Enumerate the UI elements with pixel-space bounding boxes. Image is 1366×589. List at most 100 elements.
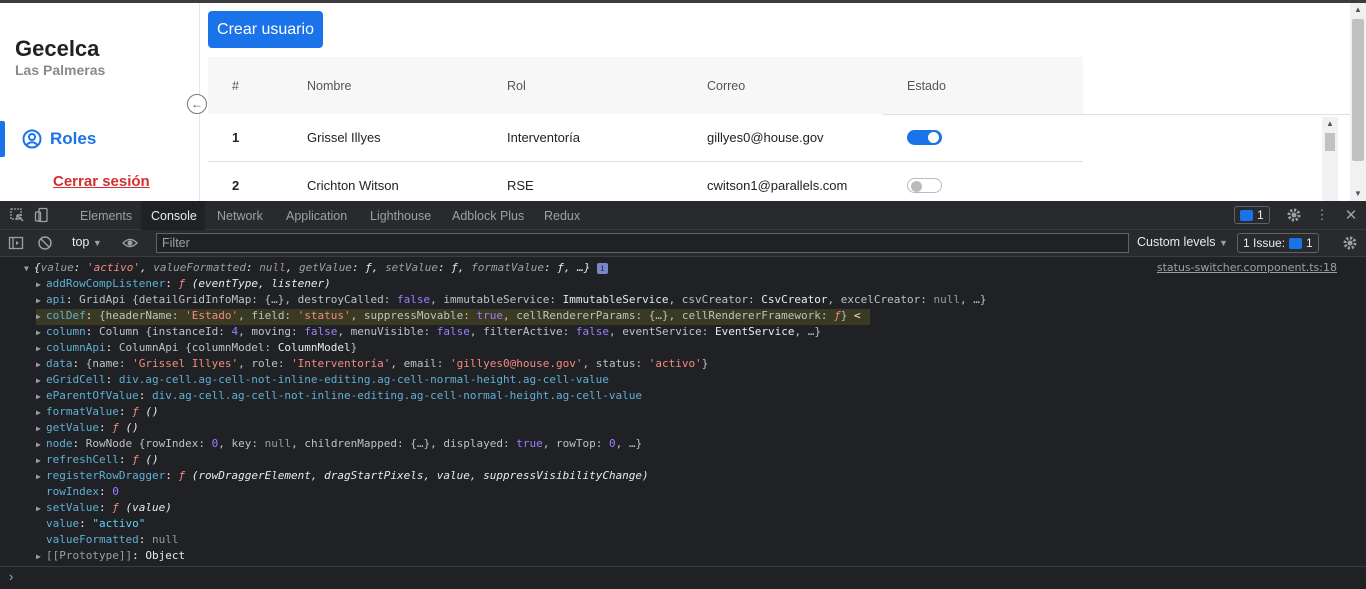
log-property[interactable]: ▶ getValue: ƒ ()	[36, 421, 139, 437]
logout-link[interactable]: Cerrar sesión	[53, 173, 150, 190]
brand-name: Gecelca	[15, 36, 100, 61]
page-scrollbar[interactable]: ▲ ▼	[1350, 3, 1366, 201]
row-email: cwitson1@parallels.com	[707, 178, 848, 193]
column-header-status[interactable]: Estado	[907, 57, 946, 114]
log-property[interactable]: ▶ registerRowDragger: ƒ (rowDraggerElemen…	[36, 469, 649, 485]
sidebar-item-label: Roles	[50, 129, 97, 148]
main-content: Crear usuario # Nombre Rol Correo Estado…	[200, 3, 1350, 201]
log-property[interactable]: ▶ [[Prototype]]: Object	[36, 549, 185, 565]
log-property[interactable]: ▶ data: {name: 'Grissel Illyes', role: 'I…	[36, 357, 708, 373]
chevron-down-icon: ▼	[1218, 238, 1228, 248]
arrow-left-icon: ←	[191, 97, 203, 111]
tab-redux[interactable]: Redux	[534, 201, 590, 230]
tab-application[interactable]: Application	[276, 201, 357, 230]
log-property[interactable]: ▶ column: Column {instanceId: 4, moving: …	[36, 325, 821, 341]
sidebar-item-roles[interactable]: Roles	[0, 121, 199, 157]
brand-subtitle: Las Palmeras	[15, 62, 106, 78]
inspect-icon[interactable]	[9, 207, 25, 223]
log-property[interactable]: ▶ node: RowNode {rowIndex: 0, key: null, …	[36, 437, 642, 453]
gear-icon[interactable]	[1342, 235, 1358, 251]
scrollbar-thumb[interactable]	[1325, 133, 1335, 151]
column-header-role[interactable]: Rol	[507, 57, 526, 114]
column-header-name[interactable]: Nombre	[307, 57, 351, 114]
filter-input[interactable]: Filter	[156, 233, 1129, 253]
app-viewport: Gecelca Las Palmeras Roles Cerrar sesión…	[0, 0, 1366, 201]
row-role: Interventoría	[507, 130, 580, 145]
log-property[interactable]: ▶ eParentOfValue: div.ag-cell.ag-cell-not…	[36, 389, 642, 405]
row-email: gillyes0@house.gov	[707, 130, 824, 145]
table-row: 1 Grissel Illyes Interventoría gillyes0@…	[208, 114, 1083, 162]
log-object-summary[interactable]: ▼ {value: 'activo', valueFormatted: null,…	[24, 261, 609, 277]
tab-console[interactable]: Console	[141, 201, 205, 230]
issues-label: 1 Issue:	[1243, 236, 1286, 250]
toggle-knob	[911, 180, 922, 192]
context-value: top	[72, 235, 90, 249]
table-header: # Nombre Rol Correo Estado	[208, 57, 1083, 114]
log-property[interactable]: ▶ formatValue: ƒ ()	[36, 405, 159, 421]
log-property[interactable]: ▶ refreshCell: ƒ ()	[36, 453, 159, 469]
console-output: status-switcher.component.ts:18 ▼ {value:…	[0, 257, 1366, 567]
issues-count: 1	[1306, 236, 1313, 250]
message-icon	[1240, 209, 1253, 221]
close-icon[interactable]: ✕	[1343, 207, 1359, 224]
device-toggle-icon[interactable]	[34, 207, 50, 223]
source-link[interactable]: status-switcher.component.ts:18	[1157, 261, 1337, 274]
clear-console-icon[interactable]	[37, 235, 53, 251]
log-property: value: "activo"	[46, 517, 146, 530]
info-icon[interactable]: i	[597, 262, 609, 274]
status-toggle[interactable]	[907, 130, 942, 145]
tab-network[interactable]: Network	[207, 201, 273, 230]
log-levels-value: Custom levels	[1137, 235, 1216, 249]
row-name: Grissel Illyes	[307, 130, 381, 145]
log-property[interactable]: ▶ addRowCompListener: ƒ (eventType, liste…	[36, 277, 331, 293]
console-prompt[interactable]: ›	[0, 566, 1366, 589]
divider	[883, 114, 1350, 115]
collapse-sidebar-button[interactable]: ←	[187, 94, 207, 114]
row-number: 2	[232, 178, 240, 193]
create-user-button[interactable]: Crear usuario	[208, 11, 323, 48]
log-levels-dropdown[interactable]: Custom levels ▼	[1137, 235, 1228, 249]
more-menu-icon[interactable]: ⋮	[1314, 207, 1330, 223]
scrollbar-thumb[interactable]	[1352, 19, 1364, 161]
column-header-number[interactable]: #	[232, 57, 239, 114]
sidebar: Gecelca Las Palmeras Roles Cerrar sesión	[0, 3, 200, 201]
log-property[interactable]: ▶ setValue: ƒ (value)	[36, 501, 172, 517]
log-property[interactable]: ▶ api: GridApi {detailGridInfoMap: {…}, d…	[36, 293, 986, 309]
issues-count: 1	[1257, 208, 1264, 222]
tab-lighthouse[interactable]: Lighthouse	[360, 201, 441, 230]
toggle-knob	[928, 132, 939, 143]
scroll-down-icon[interactable]: ▼	[1354, 189, 1362, 198]
issues-badge[interactable]: 1	[1234, 206, 1270, 224]
prompt-chevron-icon: ›	[9, 569, 14, 584]
table-row: 2 Crichton Witson RSE cwitson1@parallels…	[208, 162, 1083, 201]
console-toolbar: top ▼ Filter Custom levels ▼ 1 Issue: 1	[0, 230, 1366, 257]
eye-icon[interactable]	[122, 235, 138, 251]
message-icon	[1289, 237, 1303, 249]
status-toggle[interactable]	[907, 178, 942, 193]
status-cell	[907, 162, 942, 201]
log-property: valueFormatted: null	[46, 533, 179, 546]
gear-icon[interactable]	[1286, 207, 1302, 223]
log-property-highlighted[interactable]: ▶ colDef: {headerName: 'Estado', field: '…	[36, 309, 870, 325]
tab-elements[interactable]: Elements	[70, 201, 142, 230]
status-cell	[907, 114, 942, 161]
row-role: RSE	[507, 178, 534, 193]
issues-button[interactable]: 1 Issue: 1	[1237, 233, 1319, 253]
log-property[interactable]: ▶ eGridCell: div.ag-cell.ag-cell-not-inli…	[36, 373, 609, 389]
devtools-tabbar: Elements Console Network Application Lig…	[0, 201, 1366, 230]
user-icon	[22, 129, 42, 149]
tab-adblock-plus[interactable]: Adblock Plus	[442, 201, 534, 230]
column-header-email[interactable]: Correo	[707, 57, 745, 114]
row-name: Crichton Witson	[307, 178, 399, 193]
cursor-mark-icon: <	[854, 309, 861, 322]
context-selector[interactable]: top ▼	[72, 235, 102, 249]
sidebar-toggle-icon[interactable]	[8, 235, 24, 251]
users-table: # Nombre Rol Correo Estado 1 Grissel Ill…	[208, 57, 1083, 201]
active-indicator	[0, 121, 5, 157]
scroll-up-icon[interactable]: ▲	[1326, 119, 1334, 128]
log-property[interactable]: ▶ columnApi: ColumnApi {columnModel: Colu…	[36, 341, 357, 357]
scroll-up-icon[interactable]: ▲	[1354, 5, 1362, 14]
chevron-down-icon: ▼	[92, 238, 102, 248]
table-scrollbar[interactable]: ▲	[1322, 117, 1338, 201]
log-property: rowIndex: 0	[46, 485, 119, 498]
